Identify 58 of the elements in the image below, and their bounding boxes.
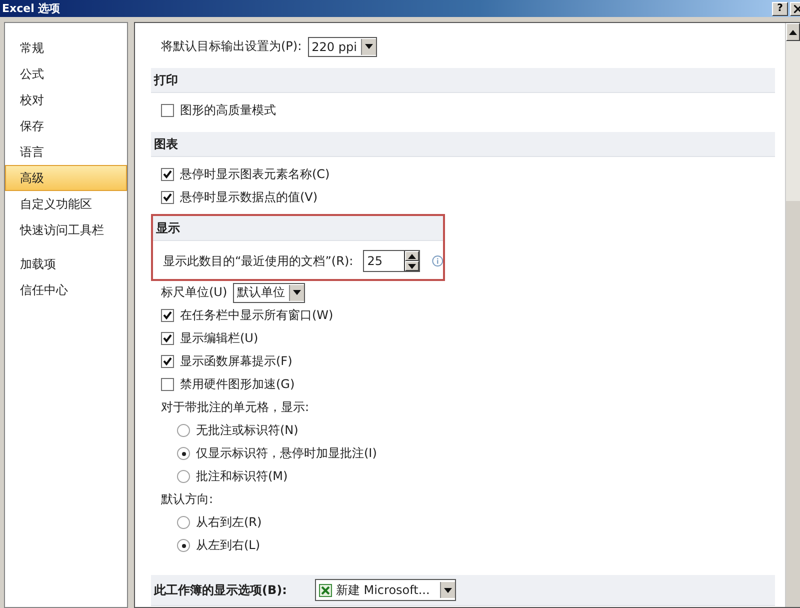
dropdown[interactable]: 默认单位: [233, 282, 306, 302]
caret-icon: [444, 588, 452, 592]
number-spinner[interactable]: 25: [363, 250, 420, 272]
radio-button[interactable]: [177, 516, 190, 529]
window-title: Excel 选项: [2, 1, 60, 16]
dropdown[interactable]: 220 ppi: [308, 36, 377, 56]
sidebar-item[interactable]: 加载项: [5, 251, 127, 277]
caret-icon: [408, 264, 416, 268]
caret-icon: [293, 290, 302, 295]
radio-label: 无批注或标识符(N): [196, 422, 298, 439]
option-label: 对于带批注的单元格，显示:: [161, 399, 310, 416]
radio-label: 批注和标识符(M): [196, 468, 288, 485]
section-title: 显示: [156, 220, 180, 236]
checkbox[interactable]: [161, 355, 174, 368]
radio-button[interactable]: [177, 539, 190, 552]
checkbox-label: 显示函数屏幕提示(F): [180, 353, 292, 370]
option-label: 标尺单位(U): [161, 284, 228, 301]
radio-button[interactable]: [177, 424, 190, 437]
sidebar-item[interactable]: 校对: [5, 87, 127, 113]
checkbox[interactable]: [161, 104, 174, 117]
scrollbar[interactable]: [785, 23, 800, 607]
up-arrow-icon: [789, 30, 797, 34]
checkbox[interactable]: [161, 332, 174, 345]
sidebar-item[interactable]: 保存: [5, 113, 127, 139]
sidebar-item[interactable]: 语言: [5, 139, 127, 165]
info-icon: [432, 255, 443, 267]
checkbox-label: 悬停时显示数据点的值(V): [180, 189, 318, 206]
sidebar-item[interactable]: 常规: [5, 35, 127, 61]
workbook-dropdown[interactable]: 新建 Microsoft...: [314, 579, 456, 601]
caret-icon: [364, 44, 373, 49]
sidebar-item[interactable]: 高级: [5, 165, 127, 191]
spreadsheet-icon: [318, 584, 332, 596]
radio-button[interactable]: [177, 447, 190, 460]
sidebar-item[interactable]: 公式: [5, 61, 127, 87]
up-arrow-icon: [408, 254, 416, 258]
section-title: 此工作簿的显示选项(B):: [154, 582, 287, 598]
radio-button[interactable]: [177, 470, 190, 483]
sidebar-item[interactable]: 自定义功能区: [5, 191, 127, 217]
checkbox[interactable]: [161, 378, 174, 391]
checkbox-label: 在任务栏中显示所有窗口(W): [180, 307, 334, 324]
radio-label: 从左到右(L): [196, 537, 260, 554]
checkbox[interactable]: [161, 191, 174, 204]
checkbox-label: 显示编辑栏(U): [180, 330, 258, 347]
option-label: 显示此数目的“最近使用的文档”(R):: [163, 252, 354, 270]
checkbox-label: 图形的高质量模式: [180, 102, 276, 119]
section-title: 打印: [154, 72, 178, 88]
checkbox-label: 禁用硬件图形加速(G): [180, 376, 295, 393]
checkbox[interactable]: [161, 168, 174, 181]
option-label: 将默认目标输出设置为(P):: [161, 38, 302, 55]
radio-label: 从右到左(R): [196, 514, 262, 531]
checkbox-label: 悬停时显示图表元素名称(C): [180, 166, 330, 183]
sidebar-item[interactable]: 快速访问工具栏: [5, 217, 127, 243]
checkbox[interactable]: [161, 309, 174, 322]
option-label: 默认方向:: [161, 491, 214, 508]
radio-label: 仅显示标识符，悬停时加显批注(I): [196, 445, 377, 462]
sidebar-item[interactable]: 信任中心: [5, 277, 127, 303]
section-title: 图表: [154, 136, 178, 152]
help-button[interactable]: ?: [772, 2, 788, 16]
